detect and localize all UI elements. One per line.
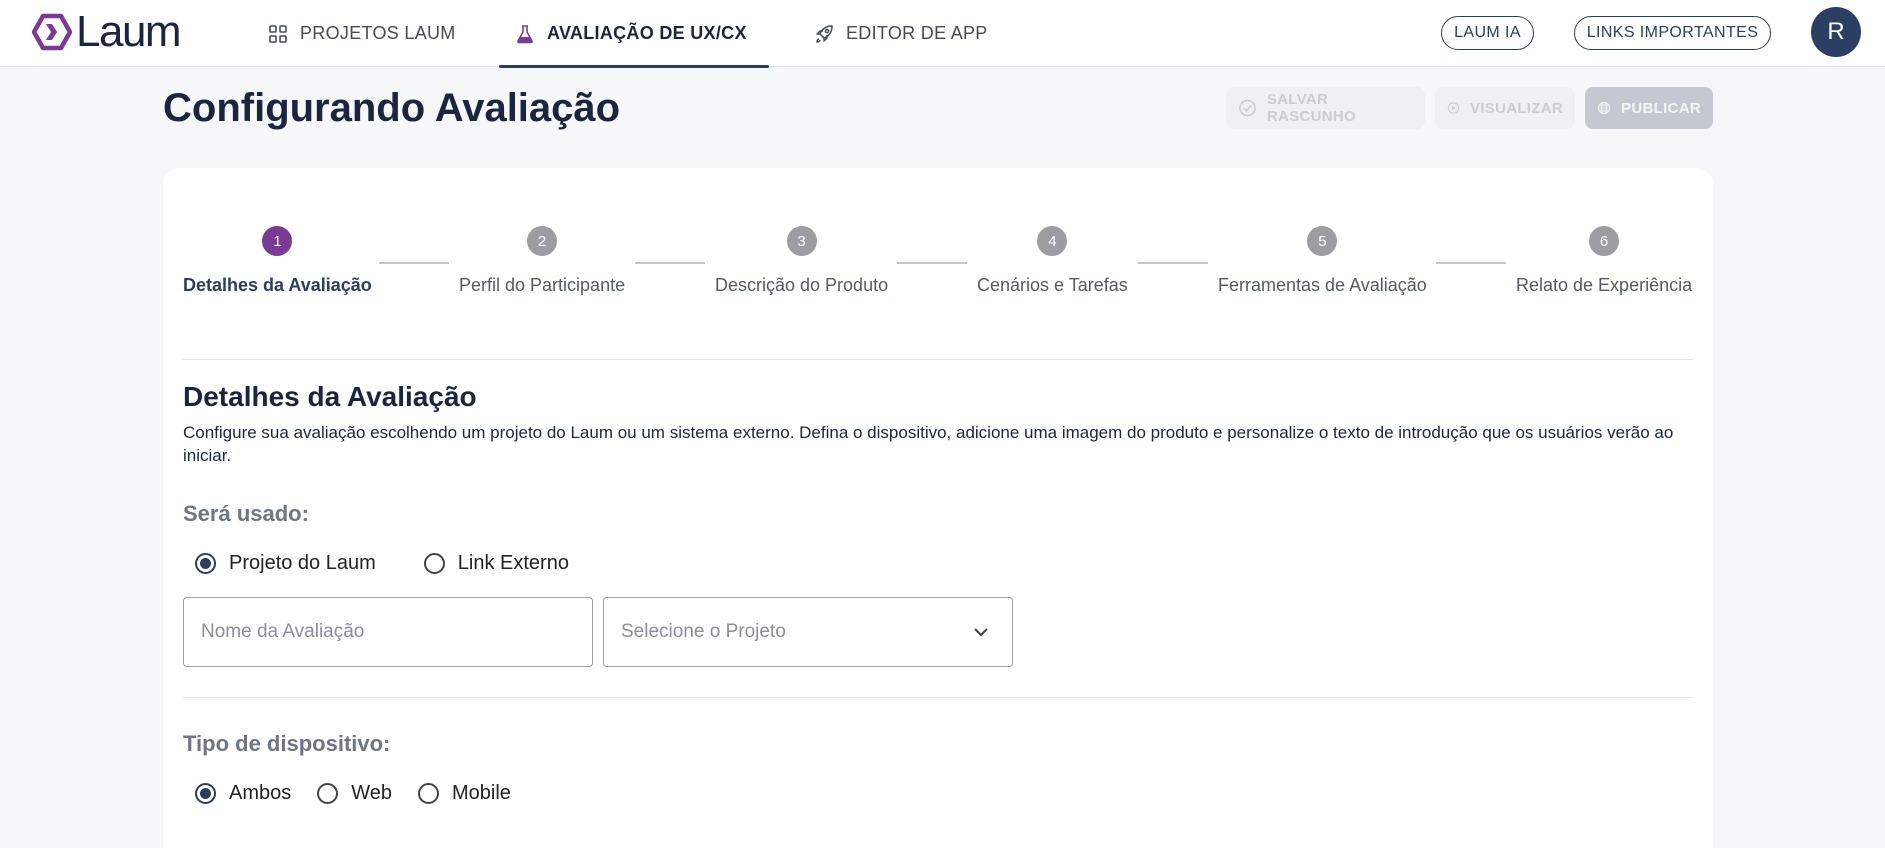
section-description: Configure sua avaliação escolhendo um pr… bbox=[183, 423, 1674, 465]
check-circle-icon bbox=[1239, 99, 1256, 117]
publish-label: PUBLICAR bbox=[1621, 99, 1701, 117]
section-title: Detalhes da Avaliação bbox=[183, 381, 477, 412]
radio-mobile[interactable]: Mobile bbox=[418, 782, 511, 805]
step-connector bbox=[897, 262, 967, 264]
section-divider bbox=[183, 697, 1693, 698]
preview-label: VISUALIZAR bbox=[1470, 99, 1563, 117]
radio-label: Projeto do Laum bbox=[229, 552, 376, 574]
step-label: Perfil do Participante bbox=[459, 275, 626, 295]
step-number: 3 bbox=[786, 226, 817, 256]
step-connector bbox=[379, 262, 449, 264]
step-number: 2 bbox=[527, 226, 558, 256]
radio-ambos[interactable]: Ambos bbox=[195, 782, 291, 805]
step-6-relato[interactable]: 6 Relato de Experiência bbox=[1516, 226, 1692, 296]
radio-unchecked-icon bbox=[317, 783, 339, 804]
radio-label: Mobile bbox=[452, 782, 511, 804]
radio-unchecked-icon bbox=[423, 553, 445, 574]
links-importantes-button[interactable]: LINKS IMPORTANTES bbox=[1574, 16, 1771, 50]
step-connector bbox=[1436, 262, 1506, 264]
step-number: 5 bbox=[1307, 226, 1338, 256]
step-label: Ferramentas de Avaliação bbox=[1218, 275, 1427, 295]
flask-icon bbox=[515, 24, 535, 44]
evaluation-name-input[interactable]: Nome da Avaliação bbox=[183, 597, 593, 667]
nav-item-label: AVALIAÇÃO DE UX/CX bbox=[547, 23, 747, 43]
step-number: 4 bbox=[1037, 226, 1068, 256]
step-2-perfil[interactable]: 2 Perfil do Participante bbox=[459, 226, 625, 296]
radio-unchecked-icon bbox=[418, 783, 440, 804]
input-placeholder: Nome da Avaliação bbox=[201, 621, 365, 642]
step-connector bbox=[635, 262, 705, 264]
radio-checked-icon bbox=[195, 783, 216, 804]
nav-item-label: EDITOR DE APP bbox=[846, 23, 988, 43]
evaluation-config-card: 1 Detalhes da Avaliação 2 Perfil do Part… bbox=[163, 168, 1713, 848]
logo-text: Laum bbox=[76, 7, 182, 56]
nav-item-projetos-laum[interactable]: PROJETOS LAUM bbox=[268, 0, 456, 67]
device-type-label: Tipo de dispositivo: bbox=[183, 731, 391, 756]
save-draft-button[interactable]: SALVAR RASCUNHO bbox=[1226, 87, 1425, 129]
globe-icon bbox=[1597, 101, 1611, 115]
laum-ia-button[interactable]: LAUM IA bbox=[1441, 16, 1534, 50]
play-circle-icon bbox=[1447, 102, 1460, 114]
radio-checked-icon bbox=[195, 553, 216, 574]
device-radio-group: Ambos Web Mobile bbox=[195, 782, 511, 805]
step-label: Relato de Experiência bbox=[1516, 275, 1693, 295]
step-label: Detalhes da Avaliação bbox=[183, 275, 372, 295]
source-radio-group: Projeto do Laum Link Externo bbox=[195, 552, 569, 575]
publish-button[interactable]: PUBLICAR bbox=[1585, 87, 1713, 129]
top-navigation-bar: Laum PROJETOS LAUM AVALIAÇÃO DE UX/CX ED… bbox=[0, 0, 1885, 68]
step-number: 6 bbox=[1589, 226, 1620, 256]
step-5-ferramentas[interactable]: 5 Ferramentas de Avaliação bbox=[1218, 226, 1427, 296]
radio-projeto-do-laum[interactable]: Projeto do Laum bbox=[195, 552, 376, 575]
chevron-down-icon bbox=[974, 628, 988, 637]
step-3-descricao[interactable]: 3 Descrição do Produto bbox=[715, 226, 888, 296]
source-label: Será usado: bbox=[183, 501, 309, 526]
nav-item-label: PROJETOS LAUM bbox=[300, 23, 456, 43]
select-placeholder: Selecione o Projeto bbox=[621, 621, 786, 642]
rocket-icon bbox=[814, 24, 834, 44]
radio-label: Link Externo bbox=[457, 552, 569, 574]
laum-logo[interactable]: Laum bbox=[32, 7, 182, 56]
preview-button[interactable]: VISUALIZAR bbox=[1435, 87, 1575, 129]
user-avatar[interactable]: R bbox=[1811, 7, 1861, 57]
step-1-detalhes[interactable]: 1 Detalhes da Avaliação bbox=[183, 226, 372, 296]
radio-web[interactable]: Web bbox=[317, 782, 392, 805]
nav-item-editor-de-app[interactable]: EDITOR DE APP bbox=[814, 0, 988, 67]
laum-hexagon-icon bbox=[32, 13, 72, 51]
radio-link-externo[interactable]: Link Externo bbox=[423, 552, 569, 575]
step-number: 1 bbox=[262, 226, 293, 256]
project-select[interactable]: Selecione o Projeto bbox=[603, 597, 1013, 667]
radio-label: Web bbox=[351, 782, 393, 804]
step-4-cenarios[interactable]: 4 Cenários e Tarefas bbox=[977, 226, 1128, 296]
grid-icon bbox=[268, 24, 288, 44]
step-connector bbox=[1138, 262, 1208, 264]
save-draft-label: SALVAR RASCUNHO bbox=[1266, 91, 1356, 125]
step-label: Cenários e Tarefas bbox=[977, 275, 1128, 295]
step-label: Descrição do Produto bbox=[715, 275, 889, 295]
radio-label: Ambos bbox=[229, 782, 292, 804]
page-title: Configurando Avaliação bbox=[163, 86, 621, 130]
section-divider bbox=[183, 359, 1693, 360]
nav-item-avaliacao-ux-cx[interactable]: AVALIAÇÃO DE UX/CX bbox=[499, 0, 769, 68]
